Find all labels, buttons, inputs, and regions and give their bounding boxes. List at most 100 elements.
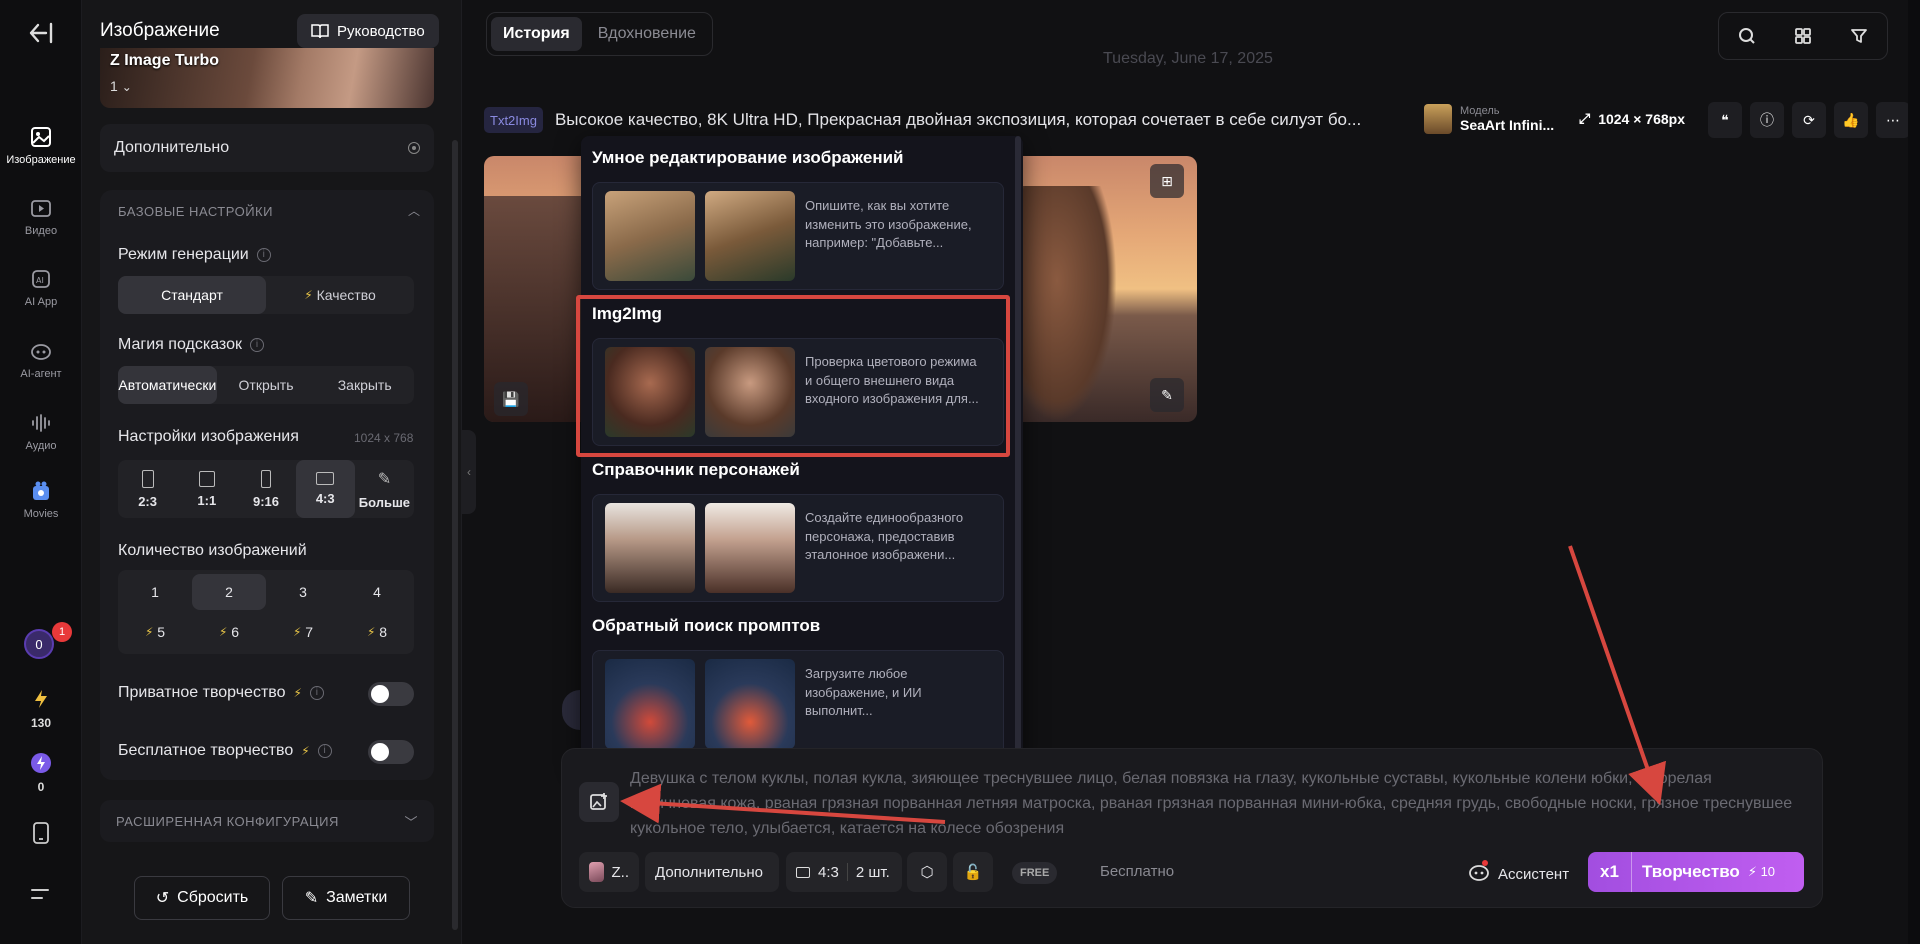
magic-label: Магия подсказок i xyxy=(118,336,264,354)
gen-mode-label: Режим генерации i xyxy=(118,246,271,264)
rail-item-agent[interactable]: AI-агент xyxy=(0,340,82,380)
ratio-selector: 2:3 1:1 9:16 4:3 ✎ Больше xyxy=(118,460,414,518)
tool-card-reverse-prompt[interactable]: Загрузите любое изображение, и ИИ выполн… xyxy=(592,650,1004,758)
tool-card-smart-edit[interactable]: Опишите, как вы хотите изменить это изоб… xyxy=(592,182,1004,290)
record-model[interactable]: Модель SeaArt Infini... xyxy=(1424,104,1554,134)
image-upload-button[interactable] xyxy=(579,782,619,822)
count-2[interactable]: 2 xyxy=(192,574,266,610)
ratio-count-chip[interactable]: 4:3 2 шт. xyxy=(786,852,902,892)
base-settings-header[interactable]: БАЗОВЫЕ НАСТРОЙКИ xyxy=(118,204,273,219)
chevron-down-icon: ⌄ xyxy=(121,80,132,94)
magic-open[interactable]: Открыть xyxy=(217,366,316,404)
ratio-9-16[interactable]: 9:16 xyxy=(236,460,295,518)
tool-preview-before xyxy=(605,659,695,749)
like-icon[interactable]: 👍 xyxy=(1834,102,1868,138)
date-heading: Tuesday, June 17, 2025 xyxy=(1103,50,1273,67)
save-icon[interactable]: 💾 xyxy=(494,382,528,416)
free-label: Бесплатное творчество ⚡ i xyxy=(118,742,332,760)
count-1[interactable]: 1 xyxy=(118,574,192,610)
ratio-2-3[interactable]: 2:3 xyxy=(118,460,177,518)
edit-icon[interactable]: ✎ xyxy=(1150,378,1184,412)
chevron-up-icon[interactable]: ︿ xyxy=(408,202,420,219)
count-5[interactable]: ⚡ 5 xyxy=(118,614,192,650)
rail-item-image[interactable]: Изображение xyxy=(0,126,82,166)
ratio-more[interactable]: ✎ Больше xyxy=(355,460,414,518)
back-arrow-icon[interactable] xyxy=(26,20,56,46)
regenerate-icon[interactable]: ⟳ xyxy=(1792,102,1826,138)
rail-item-ai-app[interactable]: AI AI App xyxy=(0,268,82,308)
book-icon xyxy=(311,24,329,39)
audio-icon xyxy=(32,414,50,432)
extended-config-row[interactable]: РАСШИРЕННАЯ КОНФИГУРАЦИЯ ﹀ xyxy=(100,800,434,842)
count-7[interactable]: ⚡ 7 xyxy=(266,614,340,650)
gen-mode-quality[interactable]: ⚡ Качество xyxy=(266,276,414,314)
free-toggle[interactable] xyxy=(368,740,414,764)
prompt-input[interactable]: Девушка с телом куклы, полая кукла, зияю… xyxy=(630,766,1800,841)
tool-card-character-ref[interactable]: Создайте единообразного персонажа, предо… xyxy=(592,494,1004,602)
count-6[interactable]: ⚡ 6 xyxy=(192,614,266,650)
advanced-label: Дополнительно xyxy=(114,139,230,156)
add-icon[interactable]: ⊞ xyxy=(1150,164,1184,198)
private-toggle[interactable] xyxy=(368,682,414,706)
reset-icon: ↺ xyxy=(155,890,170,907)
rail-item-audio[interactable]: Аудио xyxy=(0,412,82,452)
tool-title-smart-edit: Умное редактирование изображений xyxy=(592,148,904,167)
info-icon[interactable]: ⓘ xyxy=(1750,102,1784,138)
free-label[interactable]: Бесплатно xyxy=(1100,863,1174,880)
filter-icon[interactable] xyxy=(1847,24,1871,48)
settings-panel: Изображение Руководство Z Image Turbo 1 … xyxy=(82,0,462,944)
magic-switch: Автоматически Открыть Закрыть xyxy=(118,366,414,404)
multiplier[interactable]: x1 xyxy=(1588,852,1632,892)
extended-config-label: РАСШИРЕННАЯ КОНФИГУРАЦИЯ xyxy=(116,813,339,829)
record-header: Txt2Img Высокое качество, 8K Ultra HD, П… xyxy=(484,102,1910,138)
assistant-button[interactable]: Ассистент xyxy=(1468,860,1569,886)
panel-scrollbar[interactable] xyxy=(452,140,458,930)
mobile-icon[interactable] xyxy=(32,822,50,844)
side-badge[interactable] xyxy=(562,690,580,730)
ratio-4-3[interactable]: 4:3 xyxy=(295,460,355,518)
count-8[interactable]: ⚡ 8 xyxy=(340,614,414,650)
dropdown-scrollbar[interactable] xyxy=(1015,136,1021,754)
tool-desc: Создайте единообразного персонажа, предо… xyxy=(805,510,964,562)
left-rail: Изображение Видео AI AI App AI-агент Ауд… xyxy=(0,0,82,944)
ratio-1-1[interactable]: 1:1 xyxy=(177,460,236,518)
grid-icon[interactable] xyxy=(1791,24,1815,48)
rail-label: AI-агент xyxy=(20,368,62,380)
gen-mode-standard[interactable]: Стандарт xyxy=(118,276,266,314)
bolt-icon: ⚡ xyxy=(304,288,313,302)
record-prompt[interactable]: Высокое качество, 8K Ultra HD, Прекрасна… xyxy=(555,110,1395,130)
collapse-panel-handle[interactable]: ‹ xyxy=(462,430,476,514)
rail-label: Movies xyxy=(23,508,59,520)
panel-title: Изображение xyxy=(100,20,220,41)
main-scrollbar[interactable] xyxy=(1908,0,1920,944)
reset-button[interactable]: ↺ Сбросить xyxy=(134,876,270,920)
search-icon[interactable] xyxy=(1735,24,1759,48)
tab-history[interactable]: История xyxy=(491,17,582,51)
count-3[interactable]: 3 xyxy=(266,574,340,610)
rail-label: AI App xyxy=(24,296,58,308)
count-4[interactable]: 4 xyxy=(340,574,414,610)
lock-icon[interactable]: 🔓 xyxy=(953,852,993,892)
magic-close[interactable]: Закрыть xyxy=(315,366,414,404)
cube-icon[interactable]: ⬡ xyxy=(907,852,947,892)
more-icon[interactable]: ⋯ xyxy=(1876,102,1910,138)
rail-item-movies[interactable]: Movies xyxy=(0,480,82,520)
agent-icon xyxy=(31,344,51,360)
credits-badge[interactable]: 0 xyxy=(24,629,54,659)
model-selector[interactable]: Z Image Turbo 1 ⌄ xyxy=(100,48,434,108)
model-chip[interactable]: Z.. xyxy=(579,852,639,892)
advanced-row[interactable]: Дополнительно xyxy=(100,124,434,172)
menu-icon[interactable] xyxy=(30,886,50,902)
magic-auto[interactable]: Автоматически xyxy=(118,366,217,404)
rail-item-video[interactable]: Видео xyxy=(0,197,82,237)
create-button[interactable]: x1 Творчество ⚡ 10 xyxy=(1588,852,1804,892)
notes-button[interactable]: ✎ Заметки xyxy=(282,876,410,920)
advanced-chip[interactable]: Дополнительно xyxy=(645,852,779,892)
record-actions: ❝ ⓘ ⟳ 👍 ⋯ xyxy=(1708,102,1910,138)
rail-label: Аудио xyxy=(25,440,57,452)
guide-button[interactable]: Руководство xyxy=(297,14,439,48)
tab-inspiration[interactable]: Вдохновение xyxy=(586,17,708,51)
notes-icon: ✎ xyxy=(304,890,319,907)
model-name: Z Image Turbo xyxy=(110,52,220,69)
quote-icon[interactable]: ❝ xyxy=(1708,102,1742,138)
